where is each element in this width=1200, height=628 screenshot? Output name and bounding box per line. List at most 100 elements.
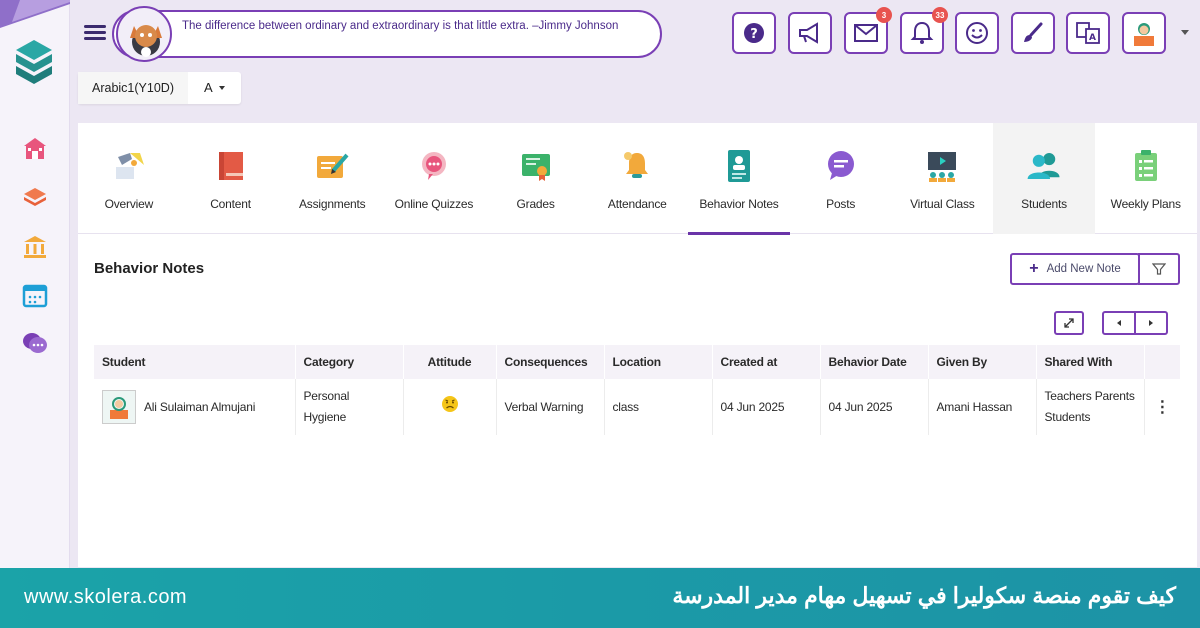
table-row[interactable]: Ali Sulaiman Almujani Personal Hygiene V… [94, 379, 1180, 435]
help-button[interactable]: ? [732, 12, 776, 54]
skolera-logo[interactable] [14, 38, 54, 88]
attendance-icon [618, 147, 656, 185]
subject-name[interactable]: Arabic1(Y10D) [78, 72, 188, 104]
tab-virtual-class[interactable]: Virtual Class [892, 123, 994, 234]
category-cell: Personal Hygiene [295, 379, 404, 435]
column-header[interactable]: Attitude [403, 345, 497, 379]
tab-label: Online Quizzes [394, 197, 474, 211]
column-header[interactable]: Location [604, 345, 713, 379]
filter-button[interactable] [1138, 253, 1180, 285]
column-header[interactable]: Given By [928, 345, 1037, 379]
megaphone-icon [799, 22, 818, 44]
tab-assignments[interactable]: Assignments [281, 123, 383, 234]
user-avatar[interactable] [116, 6, 172, 62]
virtual-class-icon [923, 147, 961, 185]
negative-face-icon [441, 395, 458, 412]
translate-icon: A [1076, 22, 1100, 44]
language-button[interactable]: A [1066, 12, 1110, 54]
created-at-cell: 04 Jun 2025 [712, 379, 821, 435]
chat-icon[interactable] [20, 328, 50, 358]
page-title: Behavior Notes [94, 260, 205, 277]
content-icon [212, 147, 250, 185]
bell-icon [910, 21, 934, 44]
theme-button[interactable] [1011, 12, 1055, 54]
quizzes-icon [415, 147, 453, 185]
tab-posts[interactable]: Posts [790, 123, 892, 234]
tab-content[interactable]: Content [180, 123, 282, 234]
expand-icon [1064, 318, 1074, 328]
attitude-cell [403, 379, 497, 435]
tab-label: Virtual Class [910, 197, 975, 211]
more-options-icon[interactable]: ⋮ [1153, 397, 1173, 418]
assignments-icon [313, 147, 351, 185]
svg-text:?: ? [750, 27, 758, 42]
announcements-button[interactable] [788, 12, 832, 54]
chevron-left-icon [1117, 320, 1121, 326]
tab-label: Attendance [607, 197, 667, 211]
plus-icon: + [1029, 260, 1039, 277]
tab-grades[interactable]: Grades [485, 123, 587, 234]
tab-label: Weekly Plans [1110, 197, 1181, 211]
add-note-button[interactable]: + Add New Note [1010, 253, 1140, 285]
banner-headline: كيف تقوم منصة سكوليرا في تسهيل مهام مدير… [672, 583, 1176, 608]
column-header[interactable]: Category [295, 345, 404, 379]
profile-button[interactable] [1122, 12, 1166, 54]
subject-selector: Arabic1(Y10D) A [78, 72, 241, 104]
website-url[interactable]: www.skolera.com [24, 586, 187, 609]
left-rail [0, 0, 70, 570]
column-header[interactable]: Created at [712, 345, 821, 379]
tab-students[interactable]: Students [993, 123, 1095, 234]
messages-button[interactable]: 3 [844, 7, 892, 54]
students-icon [1025, 147, 1063, 185]
column-header[interactable]: Consequences [496, 345, 605, 379]
table-header-row: Student Category Attitude Consequences L… [94, 345, 1180, 379]
column-header[interactable]: Shared With [1036, 345, 1145, 379]
section-label: A [203, 80, 213, 95]
tab-label: Posts [826, 197, 856, 211]
footer-banner: www.skolera.com كيف تقوم منصة سكوليرا في… [0, 568, 1200, 628]
student-name[interactable]: Ali Sulaiman Almujani [144, 397, 255, 418]
location-cell: class [604, 379, 713, 435]
school-icon[interactable] [20, 134, 50, 164]
notifications-button[interactable]: 33 [900, 7, 948, 54]
column-header[interactable]: Student [94, 345, 296, 379]
brush-icon [1024, 22, 1043, 42]
grades-icon [517, 147, 555, 185]
shared-with-cell: Teachers Parents Students [1036, 379, 1145, 435]
menu-icon[interactable] [84, 22, 106, 44]
scroll-right-button[interactable] [1134, 311, 1168, 335]
given-by-cell: Amani Hassan [928, 379, 1037, 435]
behavior-notes-icon [720, 147, 758, 185]
tab-weekly-plans[interactable]: Weekly Plans [1095, 123, 1197, 234]
posts-icon [822, 147, 860, 185]
courses-icon[interactable] [20, 182, 50, 212]
institution-icon[interactable] [20, 232, 50, 262]
column-header[interactable]: Behavior Date [820, 345, 929, 379]
behavior-date-cell: 04 Jun 2025 [820, 379, 929, 435]
behavior-notes-table: Student Category Attitude Consequences L… [94, 345, 1180, 435]
rail-corner-decoration [0, 0, 70, 28]
tab-online-quizzes[interactable]: Online Quizzes [383, 123, 485, 234]
section-dropdown[interactable]: A [188, 72, 241, 104]
main-panel: Overview Content Assignments Online Quiz… [78, 123, 1197, 567]
add-note-label: Add New Note [1046, 263, 1121, 275]
overview-icon [110, 147, 148, 185]
profile-avatar-icon [1134, 23, 1154, 46]
tab-label: Content [210, 197, 251, 211]
tab-behavior-notes[interactable]: Behavior Notes [688, 123, 790, 235]
calendar-icon[interactable] [20, 280, 50, 310]
expand-button[interactable] [1054, 311, 1084, 335]
svg-text:A: A [1089, 33, 1096, 43]
tab-label: Overview [104, 197, 154, 211]
tab-label: Students [1021, 197, 1067, 211]
tab-overview[interactable]: Overview [78, 123, 180, 234]
feedback-button[interactable] [955, 12, 999, 54]
profile-dropdown-caret[interactable] [1181, 30, 1189, 35]
chevron-down-icon [218, 86, 225, 90]
smiley-icon [966, 22, 988, 44]
help-icon: ? [744, 23, 764, 43]
student-avatar-icon [102, 390, 136, 424]
tab-attendance[interactable]: Attendance [586, 123, 688, 234]
scroll-left-button[interactable] [1102, 311, 1136, 335]
chevron-right-icon [1149, 320, 1153, 326]
